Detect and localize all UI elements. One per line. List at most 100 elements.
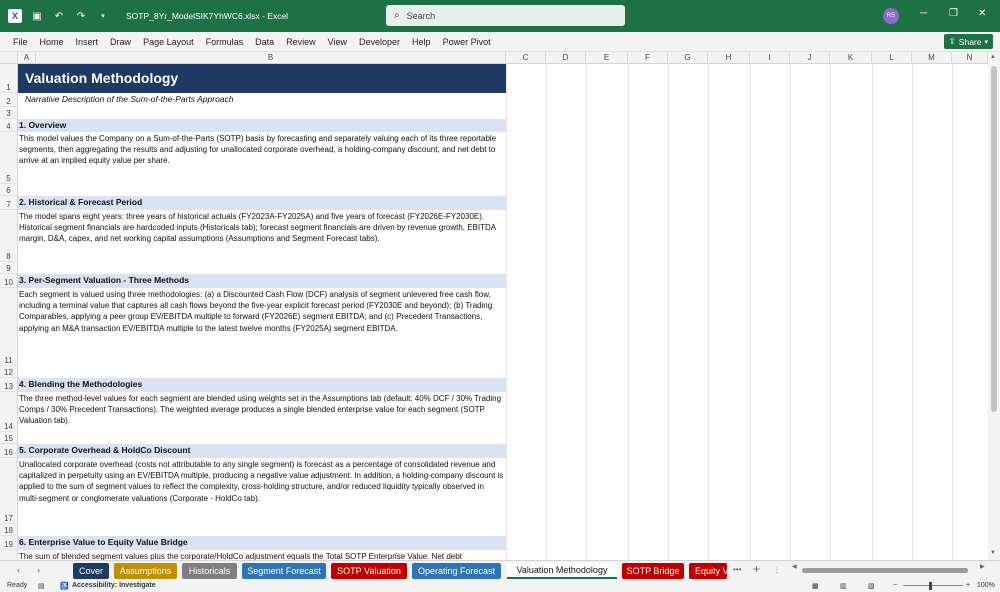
tab-prev-icon[interactable]: ‹ [17,565,20,575]
worksheet-grid[interactable]: Valuation Methodology Narrative Descript… [18,64,988,560]
tab-sotp-bridge[interactable]: SOTP Bridge [622,563,684,579]
column-header[interactable]: D [546,52,586,64]
search-box[interactable]: ⌕ Search [386,5,625,26]
tab-assumptions[interactable]: Assumptions [114,563,177,579]
menu-formulas[interactable]: Formulas [200,37,250,47]
scroll-down-icon[interactable]: ▼ [990,550,996,556]
tab-operating-forecast[interactable]: Operating Forecast [412,563,501,579]
zoom-slider[interactable] [903,585,963,586]
column-header[interactable]: G [668,52,708,64]
column-header[interactable]: E [586,52,628,64]
menu-view[interactable]: View [322,37,353,47]
page-break-view-icon[interactable]: ▧ [868,582,875,590]
column-header[interactable]: N [952,52,988,64]
share-button[interactable]: ⇪ Share ▾ [943,34,993,49]
column-header[interactable]: F [628,52,668,64]
section-body[interactable]: The sum of blended segment values plus t… [18,551,506,560]
horizontal-scrollbar[interactable]: ◀ ▶ [792,564,985,574]
accessibility-status[interactable]: Accessibility: Investigate [72,582,156,589]
tab-valuation-methodology[interactable]: Valuation Methodology [507,563,617,579]
row-header[interactable] [0,550,18,560]
menu-draw[interactable]: Draw [104,37,137,47]
redo-icon[interactable]: ↷ [74,9,88,23]
zoom-in-icon[interactable]: + [966,582,970,589]
menu-power-pivot[interactable]: Power Pivot [437,37,497,47]
column-header[interactable]: C [506,52,546,64]
vertical-scrollbar[interactable]: ▲ ▼ [988,52,1000,560]
section-body[interactable]: The three method-level values for each s… [18,393,506,427]
page-layout-view-icon[interactable]: ▥ [840,582,847,590]
sheet-title[interactable]: Valuation Methodology [18,64,506,93]
section-heading[interactable]: 1. Overview [18,119,506,132]
section-body[interactable]: The model spans eight years: three years… [18,211,506,245]
column-header[interactable]: H [708,52,750,64]
row-header[interactable]: 14 [0,392,18,432]
menu-review[interactable]: Review [280,37,322,47]
scroll-thumb[interactable] [991,66,997,412]
select-all-corner[interactable] [0,52,18,64]
scroll-left-icon[interactable]: ◀ [792,563,797,570]
customize-toolbar-icon[interactable]: ▾ [96,9,110,23]
section-body[interactable]: Unallocated corporate overhead (costs no… [18,459,506,504]
row-header[interactable]: 19 [0,536,18,550]
undo-icon[interactable]: ↶ [52,9,66,23]
minimize-button[interactable]: ─ [920,8,927,19]
more-tabs-icon[interactable]: ••• [733,565,741,574]
macro-record-icon[interactable]: ▤ [38,582,45,590]
row-header[interactable]: 13 [0,378,18,392]
column-header[interactable]: K [830,52,872,64]
section-heading[interactable]: 5. Corporate Overhead & HoldCo Discount [18,444,506,458]
section-body[interactable]: This model values the Company on a Sum-o… [18,133,506,167]
column-header[interactable]: B [36,52,506,64]
row-header[interactable]: 15 [0,432,18,444]
menu-data[interactable]: Data [249,37,280,47]
row-header[interactable]: 18 [0,524,18,536]
row-header[interactable]: 16 [0,444,18,458]
menu-page-layout[interactable]: Page Layout [137,37,200,47]
menu-help[interactable]: Help [406,37,437,47]
row-header[interactable]: 17 [0,458,18,524]
add-sheet-button[interactable]: + [753,562,760,576]
column-header[interactable]: M [912,52,952,64]
menu-insert[interactable]: Insert [70,37,105,47]
sheet-options-icon[interactable]: ⋮ [774,567,780,574]
restore-button[interactable]: ❐ [949,8,958,19]
row-header[interactable]: 8 [0,210,18,262]
section-heading[interactable]: 2. Historical & Forecast Period [18,196,506,210]
row-header[interactable]: 10 [0,274,18,288]
scroll-up-icon[interactable]: ▲ [990,54,996,60]
column-header[interactable]: A [18,52,36,64]
row-header[interactable]: 11 [0,288,18,366]
section-body[interactable]: Each segment is valued using three metho… [18,289,506,334]
row-header[interactable]: 6 [0,184,18,196]
zoom-out-icon[interactable]: − [893,582,897,589]
row-header[interactable]: 4 [0,119,18,132]
zoom-slider-thumb[interactable] [929,582,932,590]
menu-file[interactable]: File [7,37,34,47]
zoom-level[interactable]: 100% [977,582,995,589]
row-header[interactable]: 1 [0,64,18,93]
row-header[interactable]: 2 [0,93,18,107]
tab-next-icon[interactable]: › [37,565,40,575]
column-header[interactable]: J [790,52,830,64]
tab-sotp-valuation[interactable]: SOTP Valuation [331,563,407,579]
row-header[interactable]: 12 [0,366,18,378]
save-icon[interactable]: ▣ [30,9,44,23]
avatar[interactable]: RS [883,8,899,24]
row-header[interactable]: 5 [0,132,18,184]
column-header[interactable]: I [750,52,790,64]
column-header[interactable]: L [872,52,912,64]
horizontal-scroll-thumb[interactable] [802,568,968,573]
tab-segment-forecast[interactable]: Segment Forecast [242,563,326,579]
row-header[interactable]: 7 [0,196,18,210]
tab-equity-value[interactable]: Equity V [689,563,727,579]
menu-home[interactable]: Home [34,37,70,47]
sheet-subtitle[interactable]: Narrative Description of the Sum-of-the-… [18,94,506,106]
tab-cover[interactable]: Cover [73,563,109,579]
close-button[interactable]: ✕ [978,8,986,19]
row-header[interactable]: 3 [0,107,18,119]
scroll-right-icon[interactable]: ▶ [980,563,985,570]
normal-view-icon[interactable]: ▦ [812,582,819,590]
menu-developer[interactable]: Developer [353,37,406,47]
tab-historicals[interactable]: Historicals [182,563,237,579]
